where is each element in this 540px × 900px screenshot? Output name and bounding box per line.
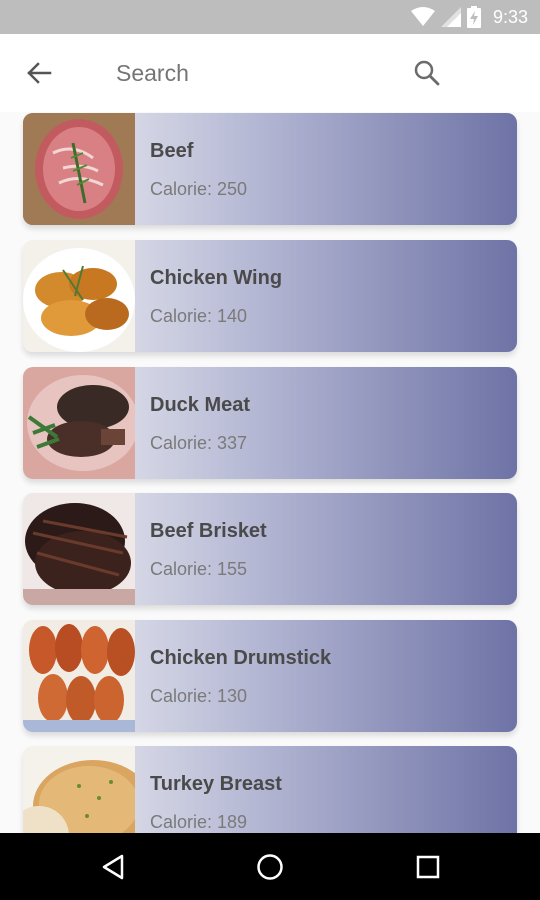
food-name: Duck Meat <box>150 394 251 416</box>
food-calorie: Calorie: 155 <box>150 559 248 579</box>
beef-brisket-image <box>23 493 135 605</box>
food-item-card[interactable]: Turkey Breast Calorie: 189 <box>23 746 517 833</box>
nav-recents-button[interactable] <box>410 849 446 885</box>
arrow-left-icon <box>27 62 52 84</box>
back-triangle-icon <box>102 854 124 880</box>
system-nav-bar <box>0 833 540 900</box>
food-item-card[interactable]: Beef Calorie: 250 <box>23 113 517 225</box>
status-icons: 9:33 <box>410 5 528 29</box>
battery-charging-icon <box>466 6 481 28</box>
food-item-card[interactable]: Duck Meat Calorie: 337 <box>23 367 517 479</box>
back-button[interactable] <box>22 56 56 90</box>
nav-home-button[interactable] <box>252 849 288 885</box>
food-name: Chicken Drumstick <box>150 647 332 669</box>
food-name: Turkey Breast <box>150 773 282 795</box>
beef-steak-image <box>23 113 135 225</box>
status-time: 9:33 <box>492 6 528 27</box>
search-input[interactable] <box>116 60 376 87</box>
search-icon <box>414 60 440 86</box>
food-calorie: Calorie: 250 <box>150 179 248 199</box>
nav-back-button[interactable] <box>95 849 131 885</box>
chicken-wings-image <box>23 240 135 352</box>
recents-square-icon <box>416 855 440 879</box>
food-calorie: Calorie: 337 <box>150 433 248 453</box>
food-name: Beef Brisket <box>150 520 267 542</box>
home-circle-icon <box>257 854 283 880</box>
food-item-card[interactable]: Chicken Drumstick Calorie: 130 <box>23 620 517 732</box>
turkey-breast-image <box>23 746 135 833</box>
food-name: Chicken Wing <box>150 267 283 289</box>
food-item-card[interactable]: Chicken Wing Calorie: 140 <box>23 240 517 352</box>
food-calorie: Calorie: 189 <box>150 812 248 832</box>
food-calorie: Calorie: 130 <box>150 686 248 706</box>
chicken-drumstick-image <box>23 620 135 732</box>
app-bar <box>0 34 540 112</box>
food-list: Beef Calorie: 250 Chicken Wing Calorie: … <box>0 112 540 833</box>
food-item-card[interactable]: Beef Brisket Calorie: 155 <box>23 493 517 605</box>
duck-meat-image <box>23 367 135 479</box>
wifi-icon <box>410 7 435 26</box>
food-name: Beef <box>150 140 194 162</box>
status-bar: 9:33 <box>0 0 540 34</box>
signal-icon <box>440 7 461 27</box>
search-button[interactable] <box>408 54 446 92</box>
food-calorie: Calorie: 140 <box>150 306 248 326</box>
